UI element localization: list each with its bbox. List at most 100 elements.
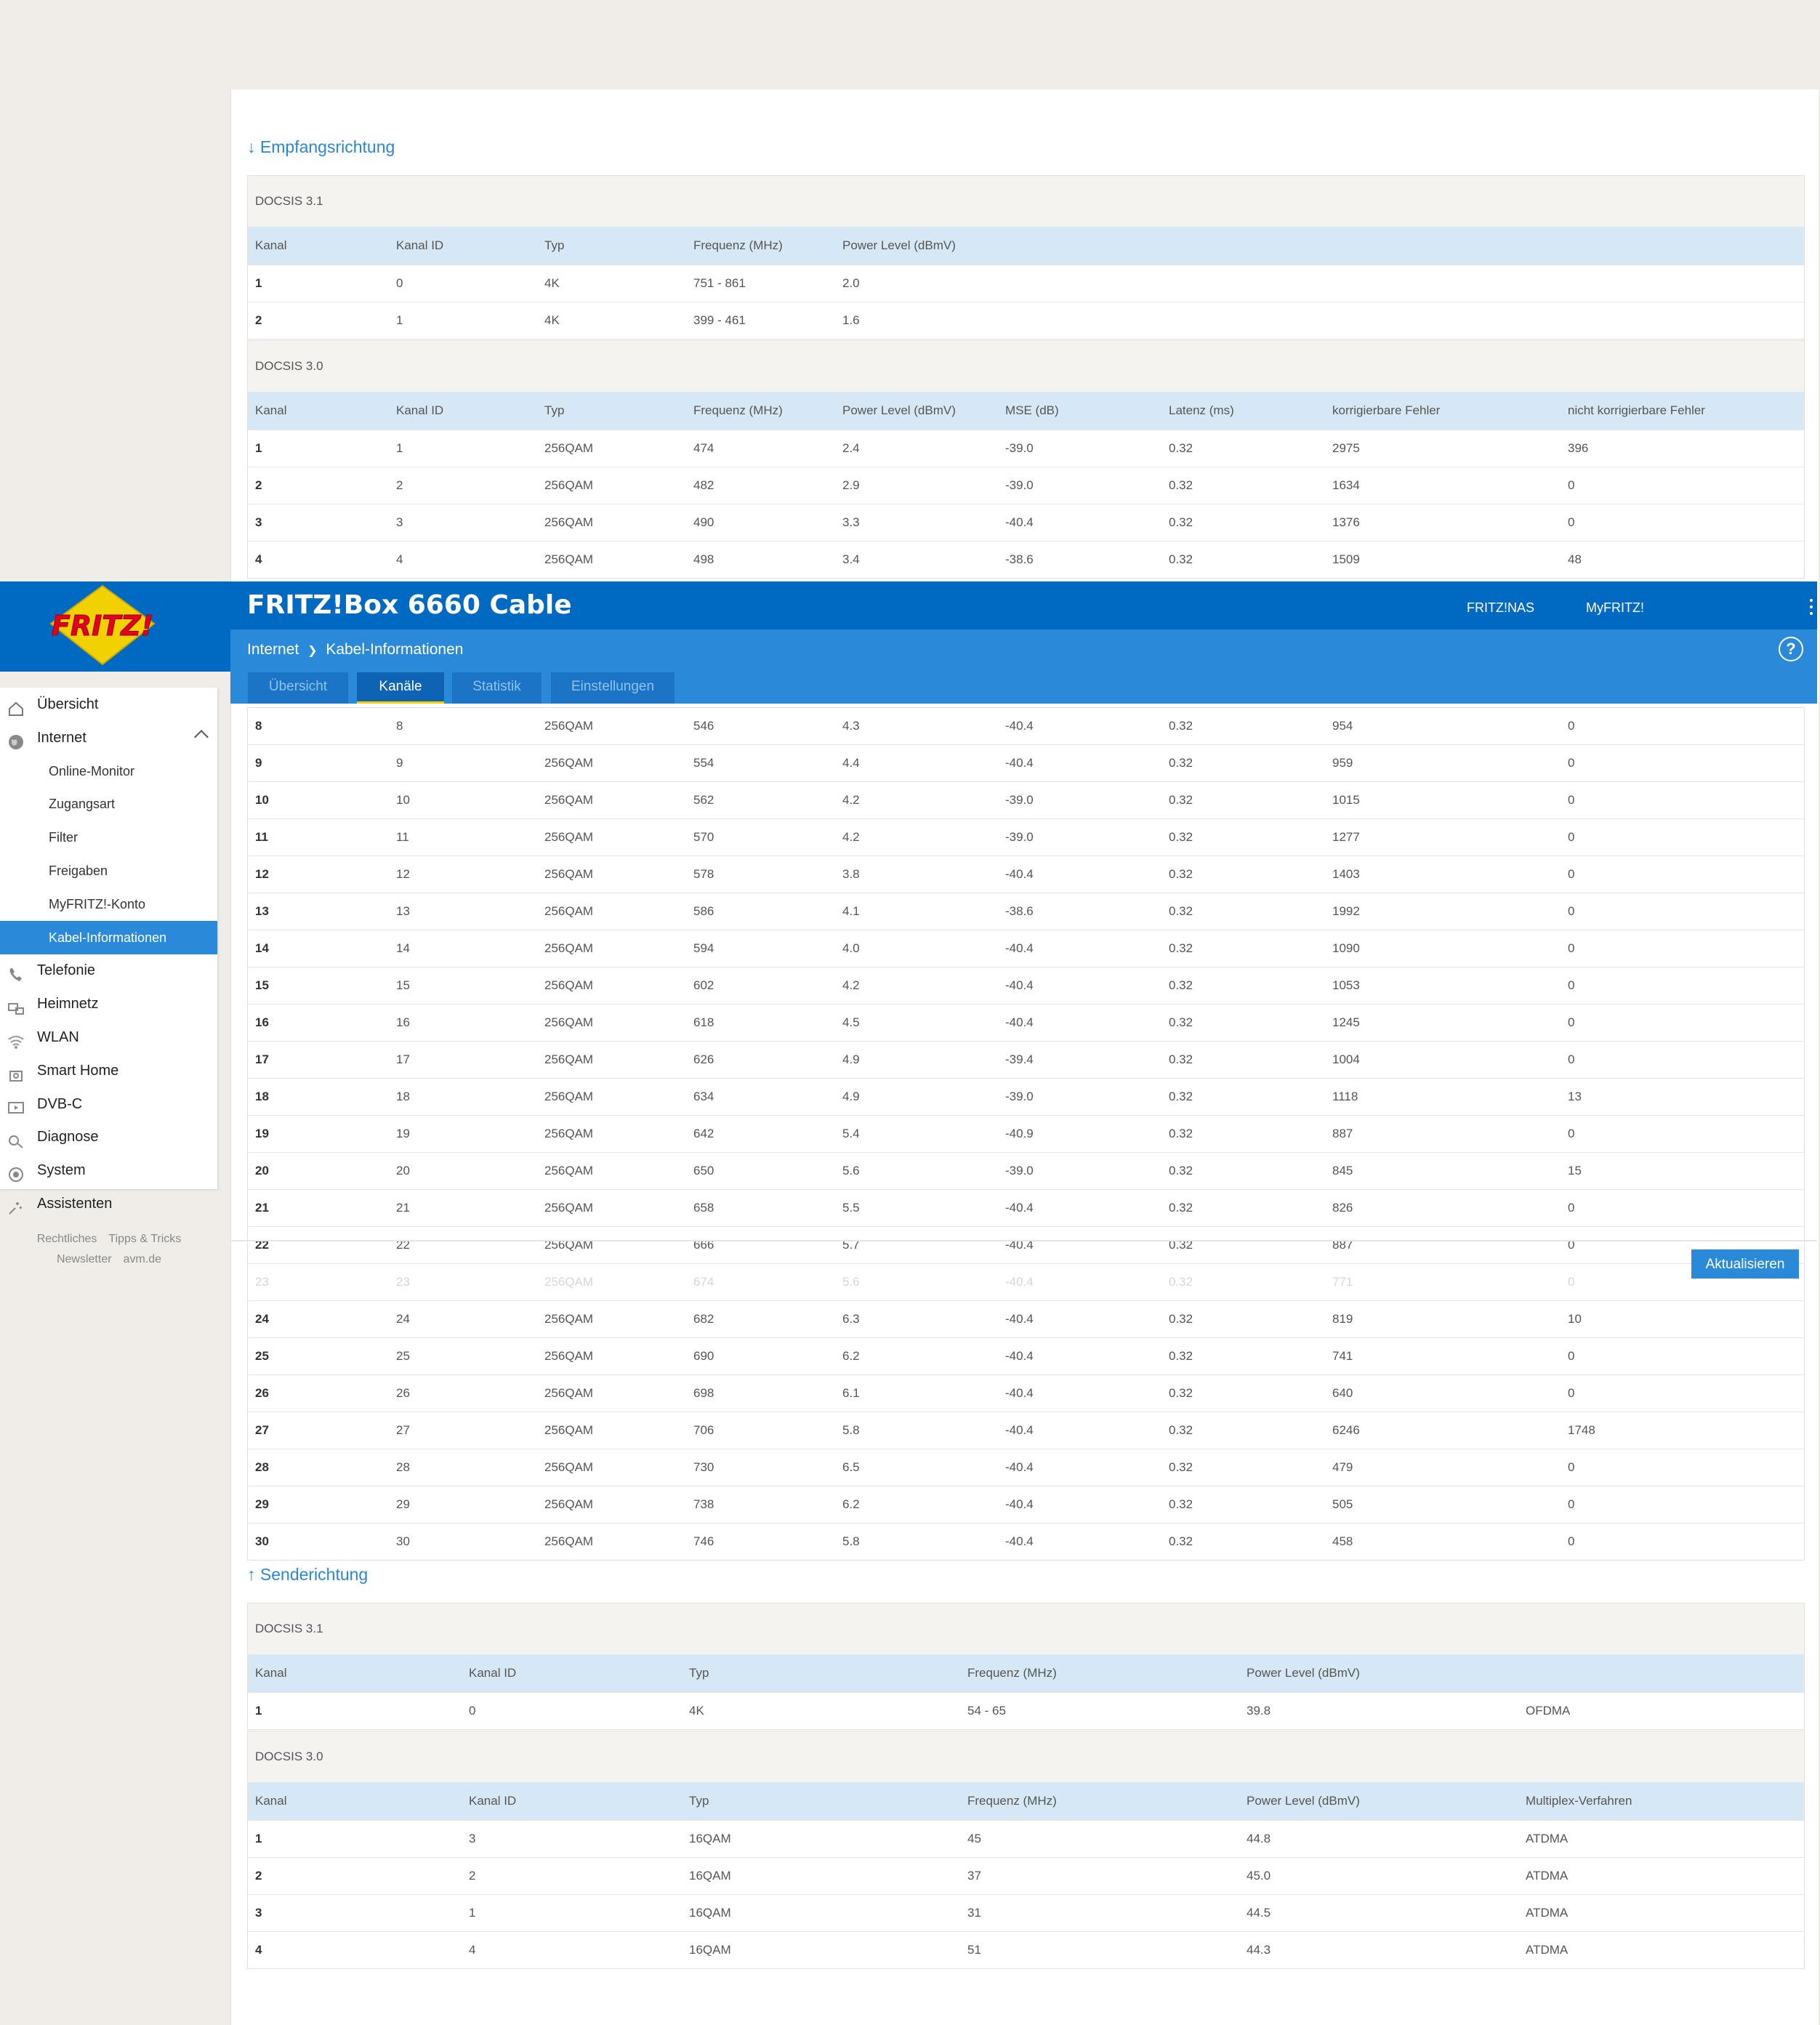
tab-kanaele[interactable]: Kanäle [357,672,444,704]
table-row: 26 26 256QAM 698 6.1 -40.4 0.32 640 0 [248,1374,1804,1412]
sidebar-item-dvb-c[interactable]: DVB-C [0,1087,217,1121]
column-header [1526,1654,1744,1692]
table-cell: -39.0 [1005,830,1034,844]
table-cell: 1.6 [842,313,860,327]
sidebar-item-myfritz-konto[interactable]: MyFRITZ!-Konto [0,887,217,921]
sidebar-item-label: Zugangsart [49,797,116,812]
table-cell: 3 [469,1832,476,1845]
table-cell: 0 [1568,1201,1575,1215]
sidebar-item-smart-home[interactable]: Smart Home [0,1054,217,1087]
column-header: Typ [689,1794,709,1808]
table-cell: 256QAM [544,756,594,770]
footer-link[interactable]: Newsletter [57,1253,112,1265]
table-cell: 16QAM [689,1869,731,1883]
myfritz-link[interactable]: MyFRITZ! [1586,600,1644,616]
table-cell: 1 [255,441,262,455]
table-cell: -40.4 [1005,1460,1034,1474]
table-row: 2 2 256QAM 482 2.9 -39.0 0.32 1634 0 [248,467,1804,504]
table-cell: 0.32 [1169,1090,1193,1103]
footer-link[interactable]: Rechtliches [37,1233,97,1245]
table-row: 12 12 256QAM 578 3.8 -40.4 0.32 1403 0 [248,856,1804,893]
sidebar-item-label: Telefonie [37,962,96,979]
table-row: 29 29 256QAM 738 6.2 -40.4 0.32 505 0 [248,1486,1804,1523]
table-cell: 0 [1568,719,1575,733]
table-cell: 490 [693,515,714,529]
table-cell: 458 [1332,1534,1353,1548]
sidebar-item-system[interactable]: System [0,1154,217,1187]
table-cell: 0 [469,1704,476,1718]
table-cell: 5.5 [842,1201,860,1215]
column-header: Typ [689,1666,709,1680]
table-cell: 16QAM [689,1906,731,1920]
sidebar-item-label: Kabel-Informationen [49,930,167,945]
table-cell: 6.2 [842,1497,860,1511]
table-row: 14 14 256QAM 594 4.0 -40.4 0.32 1090 0 [248,930,1804,967]
table-cell: 44.5 [1247,1906,1271,1920]
table-cell: 4.1 [842,904,860,918]
sidebar-item--bersicht[interactable]: Übersicht [0,688,217,721]
sidebar-item-diagnose[interactable]: Diagnose [0,1120,217,1154]
table-cell: 0 [1568,1460,1575,1474]
tab-statistik[interactable]: Statistik [452,672,541,704]
table-cell: 887 [1332,1238,1353,1252]
table-cell: 30 [255,1534,269,1548]
table-cell: 4.0 [842,941,860,955]
table-cell: 256QAM [544,719,594,733]
chevron-up-icon[interactable] [194,729,209,744]
sidebar-item-telefonie[interactable]: Telefonie [0,954,217,987]
table-cell: 0.32 [1169,1312,1193,1326]
table-cell: 0.32 [1169,719,1193,733]
sidebar-item-heimnetz[interactable]: Heimnetz [0,987,217,1020]
table-cell: 256QAM [544,867,594,881]
upstream-docsis31-table: DOCSIS 3.1 Kanal Kanal ID Typ Frequenz (MHz… [247,1603,1805,1730]
table-cell: 256QAM [544,441,594,455]
breadcrumb-parent[interactable]: Internet [247,641,299,658]
footer-link[interactable]: avm.de [124,1253,161,1265]
sidebar-item-internet[interactable]: Internet [0,721,217,754]
table-cell: 1004 [1332,1052,1360,1066]
table-cell: 21 [255,1201,269,1215]
table-cell: 0 [1568,904,1575,918]
sidebar-item-freigaben[interactable]: Freigaben [0,854,217,887]
fritz-logo[interactable]: FRITZ! [48,584,157,666]
downstream-docsis30-table: DOCSIS 3.0 Kanal Kanal ID Typ Frequenz (MHz… [247,340,1805,579]
table-cell: 0 [1568,793,1575,807]
sidebar-item-assistenten[interactable]: Assistenten [0,1187,217,1220]
table-cell: 2975 [1332,441,1360,455]
table-cell: 1403 [1332,867,1360,881]
help-icon[interactable]: ? [1779,637,1803,661]
column-header: korrigierbare Fehler [1332,403,1441,417]
sidebar-item-label: Online-Monitor [49,763,135,778]
tab-einstellungen[interactable]: Einstellungen [551,672,675,704]
table-cell: 4 [469,1943,476,1957]
sidebar-item-wlan[interactable]: WLAN [0,1020,217,1054]
table-cell: 0.32 [1169,904,1193,918]
breadcrumb-separator-icon: ❯ [307,645,318,657]
sidebar-item-filter[interactable]: Filter [0,821,217,854]
table-cell: 3 [255,1906,262,1920]
table-cell: 1509 [1332,552,1360,566]
fritznas-link[interactable]: FRITZ!NAS [1467,600,1534,616]
sidebar-item-zugangsart[interactable]: Zugangsart [0,787,217,821]
tab-uebersicht[interactable]: Übersicht [248,672,348,704]
sidebar: Übersicht Internet Online-Monitor Zugangsar… [0,688,217,1215]
refresh-button[interactable]: Aktualisieren [1691,1249,1799,1279]
table-cell: 0.32 [1169,1497,1193,1511]
sidebar-item-online-monitor[interactable]: Online-Monitor [0,754,217,788]
sidebar-item-kabel-informationen[interactable]: Kabel-Informationen [0,920,217,954]
more-menu-icon[interactable] [1810,599,1814,616]
table-cell: 0 [1568,1386,1575,1400]
table-cell: 666 [693,1238,714,1252]
footer-link[interactable]: Tipps & Tricks [108,1233,181,1245]
table-cell: 1090 [1332,941,1360,955]
table-cell: 1 [469,1906,476,1920]
table-cell: 14 [255,941,269,955]
table-cell: 845 [1332,1164,1353,1177]
table-cell: -40.4 [1005,941,1034,955]
column-header: Frequenz (MHz) [967,1794,1057,1808]
table-cell: -40.4 [1005,756,1034,770]
sidebar-item-label: Heimnetz [37,996,99,1012]
table-cell: 256QAM [544,1497,594,1511]
table-cell: -40.4 [1005,1423,1034,1437]
table-cell: 2.4 [842,441,860,455]
